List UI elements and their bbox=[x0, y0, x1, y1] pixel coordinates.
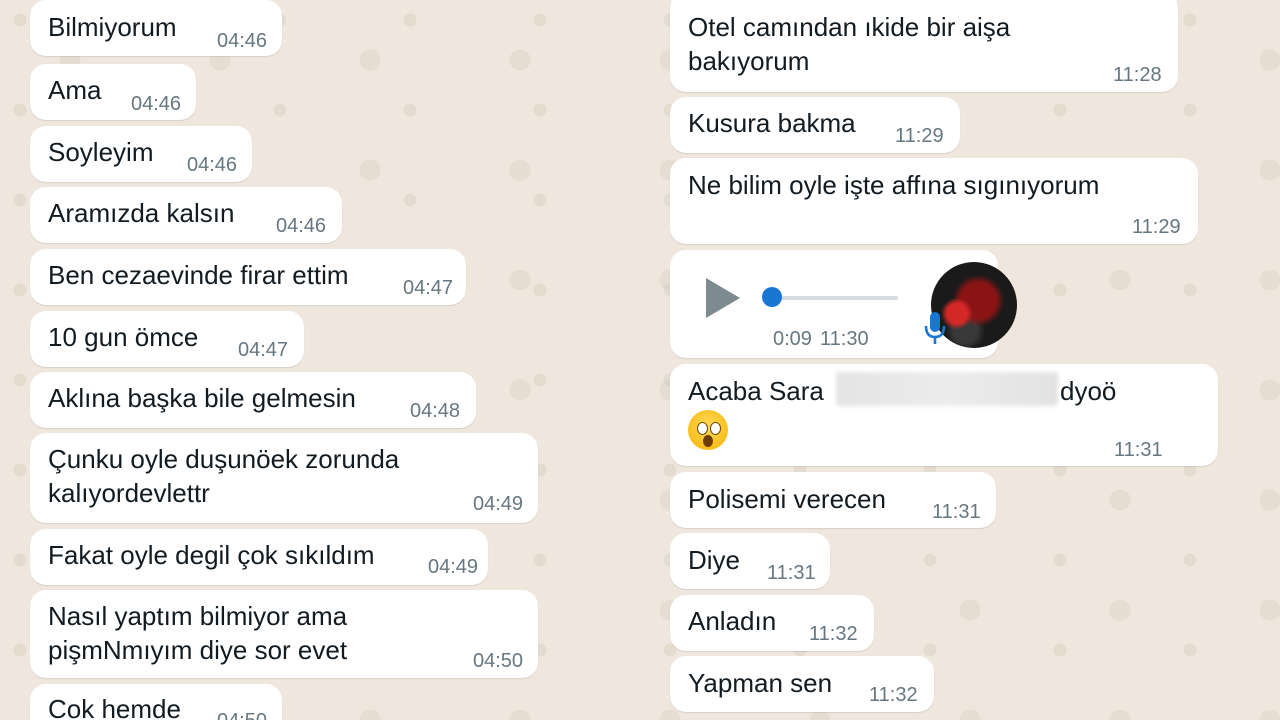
message-text: Yapman sen bbox=[688, 668, 833, 698]
message-time: 04:50 bbox=[217, 710, 267, 720]
message-text: Ne bilim oyle işte affına sıgınıyorum bbox=[688, 170, 1100, 200]
emoji-eye bbox=[710, 422, 721, 435]
message-bubble[interactable]: Aramızda kalsın 04:46 bbox=[30, 187, 342, 243]
message-bubble[interactable]: Soyleyim 04:46 bbox=[30, 126, 252, 182]
message-text-line-2: pişmNmıyım diye sor evet bbox=[48, 635, 348, 665]
audio-progress-knob[interactable] bbox=[762, 287, 782, 307]
audio-progress-track[interactable] bbox=[770, 296, 898, 300]
astonished-face-icon bbox=[688, 410, 728, 450]
message-bubble[interactable]: Çunku oyle duşunöek zorunda kalıyordevle… bbox=[30, 433, 538, 523]
message-time: 04:47 bbox=[238, 339, 289, 361]
message-text: Polisemi verecen bbox=[688, 484, 886, 514]
message-bubble[interactable]: Nasıl yaptım bilmiyor ama pişmNmıyım diy… bbox=[30, 590, 538, 678]
message-bubble[interactable]: Ama 04:46 bbox=[30, 64, 196, 120]
message-time: 04:46 bbox=[276, 215, 327, 237]
message-time: 04:50 bbox=[473, 650, 524, 672]
message-time: 04:49 bbox=[473, 493, 524, 515]
message-text-line-1: Çunku oyle duşunöek zorunda bbox=[48, 444, 400, 474]
message-bubble[interactable]: Ben cezaevinde firar ettim 04:47 bbox=[30, 249, 466, 305]
message-time: 04:46 bbox=[187, 154, 238, 176]
message-text: Ben cezaevinde firar ettim bbox=[48, 260, 349, 290]
message-bubble[interactable]: Ne bilim oyle işte affına sıgınıyorum 11… bbox=[670, 158, 1198, 244]
message-text: Anladın bbox=[688, 606, 777, 636]
message-bubble[interactable]: Aklına başka bile gelmesin 04:48 bbox=[30, 372, 476, 428]
redacted-blur bbox=[836, 372, 1058, 406]
message-time: 11:31 bbox=[767, 562, 816, 584]
message-time: 04:48 bbox=[410, 400, 461, 422]
message-time: 11:30 bbox=[820, 328, 869, 350]
message-text: Aramızda kalsın bbox=[48, 198, 235, 228]
message-time: 04:46 bbox=[217, 30, 268, 52]
message-bubble[interactable]: Anladın 11:32 bbox=[670, 595, 874, 651]
microphone-icon bbox=[924, 312, 946, 344]
message-bubble[interactable]: Yapman sen 11:32 bbox=[670, 656, 934, 712]
emoji-eye bbox=[697, 422, 708, 435]
message-text: Soyleyim bbox=[48, 137, 154, 167]
message-time: 11:32 bbox=[869, 684, 918, 706]
message-time: 11:28 bbox=[1113, 64, 1162, 86]
message-bubble[interactable]: Bilmiyorum 04:46 bbox=[30, 0, 282, 56]
message-text-line-2: kalıyordevlettr bbox=[48, 478, 210, 508]
message-text: Bilmiyorum bbox=[48, 12, 177, 42]
message-time: 04:46 bbox=[131, 93, 182, 115]
message-bubble[interactable]: Fakat oyle degil çok sıkıldım 04:49 bbox=[30, 529, 488, 585]
message-time: 11:31 bbox=[932, 501, 981, 523]
message-text-line-1: Otel camından ıkide bir aişa bbox=[688, 12, 1011, 42]
message-bubble[interactable]: Polisemi verecen 11:31 bbox=[670, 472, 996, 528]
message-text-line-1: Nasıl yaptım bilmiyor ama bbox=[48, 601, 348, 631]
message-text-line-2: bakıyorum bbox=[688, 46, 810, 76]
emoji-mouth bbox=[703, 435, 713, 447]
chat-column-left: Bilmiyorum 04:46 Ama 04:46 Soyleyim 04:4… bbox=[0, 0, 640, 720]
message-text-start: Acaba Sara bbox=[688, 376, 824, 406]
message-bubble[interactable]: Kusura bakma 11:29 bbox=[670, 97, 960, 153]
message-time: 11:32 bbox=[809, 623, 858, 645]
message-time: 04:47 bbox=[403, 277, 454, 299]
play-icon[interactable] bbox=[706, 278, 740, 318]
message-time: 11:29 bbox=[1132, 216, 1181, 238]
message-text: 10 gun ömce bbox=[48, 322, 199, 352]
message-time: 11:29 bbox=[895, 125, 944, 147]
message-bubble[interactable]: Diye 11:31 bbox=[670, 533, 830, 589]
message-time: 11:31 bbox=[1114, 439, 1163, 461]
message-text: Diye bbox=[688, 545, 741, 575]
message-text: Kusura bakma bbox=[688, 108, 856, 138]
message-text: Aklına başka bile gelmesin bbox=[48, 383, 356, 413]
message-bubble[interactable]: 10 gun ömce 04:47 bbox=[30, 311, 304, 367]
message-text: Fakat oyle degil çok sıkıldım bbox=[48, 540, 375, 570]
message-bubble[interactable]: Cok hemde 04:50 bbox=[30, 684, 282, 720]
voice-duration: 0:09 bbox=[773, 328, 812, 350]
chat-column-right: Otel camından ıkide bir aişa bakıyorum 1… bbox=[640, 0, 1280, 720]
message-time: 04:49 bbox=[428, 556, 479, 578]
message-bubble[interactable]: Acaba Sara dyoö 11:31 bbox=[670, 364, 1218, 466]
message-text: Cok hemde bbox=[48, 694, 181, 720]
message-bubble[interactable]: Otel camından ıkide bir aişa bakıyorum 1… bbox=[670, 0, 1178, 92]
message-text-end: dyoö bbox=[1060, 376, 1117, 406]
message-text: Ama bbox=[48, 75, 102, 105]
voice-message-bubble[interactable]: 0:09 11:30 bbox=[670, 250, 1017, 358]
